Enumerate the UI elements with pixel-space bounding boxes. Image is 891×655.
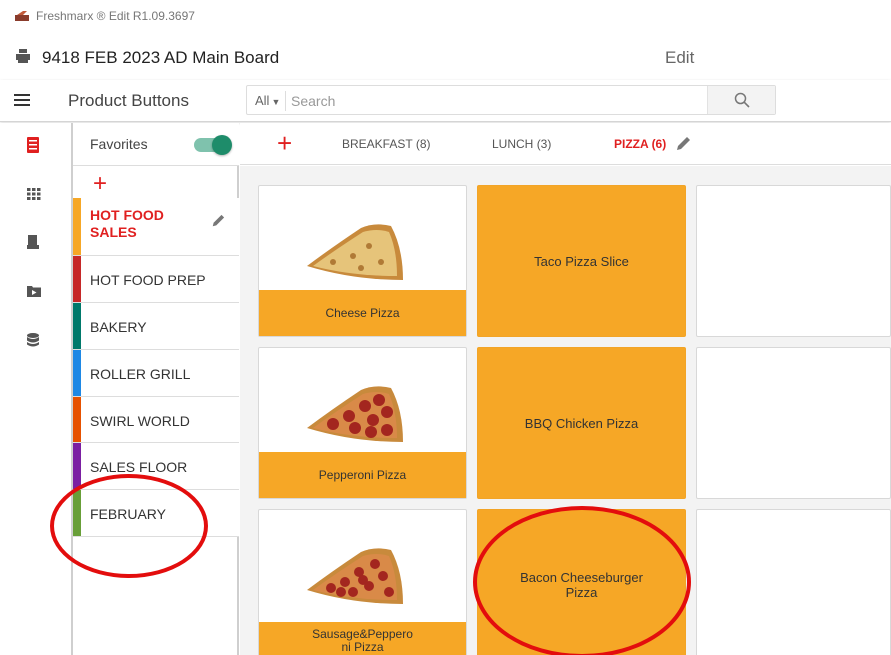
list-icon[interactable] (27, 137, 39, 153)
category-item[interactable]: ROLLER GRILL (73, 350, 239, 397)
category-item[interactable]: HOT FOOD SALES (73, 198, 239, 256)
category-label: SALES FLOOR (90, 459, 188, 475)
category-item[interactable]: SALES FLOOR (73, 443, 239, 490)
category-label: BAKERY (90, 319, 147, 335)
favorites-toggle[interactable] (194, 135, 232, 155)
mode-label: Edit (665, 48, 695, 67)
product-button[interactable]: BBQ Chicken Pizza (477, 347, 686, 499)
category-label: SWIRL WORLD (90, 413, 190, 429)
tab-count: (6) (651, 137, 667, 151)
favorites-label: Favorites (90, 136, 148, 152)
category-color-stripe (73, 198, 81, 255)
product-label: Cheese Pizza (259, 290, 466, 336)
grid-icon[interactable] (27, 188, 41, 200)
product-button[interactable]: Sausage&Peppero ni Pizza (258, 509, 467, 655)
category-color-stripe (73, 256, 81, 302)
board-title: 9418 FEB 2023 AD Main Board (42, 48, 280, 67)
category-item[interactable]: HOT FOOD PREP (73, 256, 239, 303)
add-category-button[interactable]: + (93, 172, 107, 196)
product-buttons-toolbar: Product Buttons All ▼ (0, 80, 891, 122)
hamburger-menu-icon[interactable] (14, 94, 30, 106)
pizza-slice-icon (307, 386, 403, 442)
product-button[interactable]: Bacon Cheeseburger Pizza (477, 509, 686, 655)
search-icon (734, 92, 750, 108)
pizza-slice-icon (307, 224, 403, 280)
board-header: 9418 FEB 2023 AD Main Board Edit (0, 40, 891, 74)
search-scope-label: All (255, 93, 270, 108)
search-box: All ▼ (246, 85, 776, 115)
tab-lunch[interactable]: LUNCH (3) (492, 137, 551, 151)
tab-breakfast[interactable]: BREAKFAST (8) (342, 137, 431, 151)
search-divider (285, 91, 286, 111)
database-icon[interactable] (27, 333, 39, 347)
category-color-stripe (73, 490, 81, 536)
page-title: Product Buttons (68, 91, 189, 110)
search-button[interactable] (707, 86, 775, 114)
search-scope-dropdown[interactable]: All ▼ (255, 93, 280, 108)
category-label: FEBRUARY (90, 506, 166, 522)
product-label: Taco Pizza Slice (534, 253, 629, 269)
title-bar: Freshmarx ® Edit R1.09.3697 (0, 0, 891, 32)
tab-pizza[interactable]: PIZZA (6) (614, 137, 666, 151)
receipt-printer-icon[interactable] (27, 235, 39, 249)
add-tab-button[interactable]: + (277, 130, 292, 156)
left-nav-rail (0, 123, 73, 655)
toggle-knob (212, 135, 232, 155)
pizza-slice-icon (307, 548, 403, 604)
product-label: Bacon Cheeseburger Pizza (520, 570, 643, 600)
tab-count: (8) (415, 137, 431, 151)
empty-product-slot[interactable] (696, 347, 891, 499)
category-color-stripe (73, 443, 81, 489)
product-button[interactable]: Taco Pizza Slice (477, 185, 686, 337)
product-button[interactable]: Cheese Pizza (258, 185, 467, 337)
product-grid: Cheese Pizza Taco Pizza Slice Pepperoni Pi… (240, 166, 891, 655)
category-item[interactable]: BAKERY (73, 303, 239, 350)
chevron-down-icon: ▼ (271, 97, 281, 107)
product-label: Sausage&Peppero ni Pizza (259, 622, 466, 655)
printer-icon (16, 49, 30, 63)
search-input[interactable] (291, 90, 691, 112)
edit-category-pencil-icon[interactable] (211, 214, 225, 228)
tab-label: LUNCH (492, 137, 534, 151)
edit-tab-pencil-icon[interactable] (675, 136, 691, 152)
category-color-stripe (73, 303, 81, 349)
app-version-text: Freshmarx ® Edit R1.09.3697 (36, 9, 195, 23)
empty-product-slot[interactable] (696, 509, 891, 655)
subcategory-tabs: + BREAKFAST (8) LUNCH (3) PIZZA (6) (240, 123, 891, 165)
tab-label: PIZZA (614, 137, 649, 151)
tab-label: BREAKFAST (342, 137, 413, 151)
category-label: HOT FOOD SALES (90, 207, 164, 240)
category-item[interactable]: SWIRL WORLD (73, 397, 239, 443)
product-label: Pepperoni Pizza (259, 452, 466, 498)
product-label: BBQ Chicken Pizza (524, 415, 639, 431)
category-label: ROLLER GRILL (90, 366, 191, 382)
freshmarx-logo-icon (15, 11, 29, 21)
app-window: Freshmarx ® Edit R1.09.3697 9418 FEB 202… (0, 0, 891, 655)
category-color-stripe (73, 350, 81, 396)
category-item[interactable]: FEBRUARY (73, 490, 239, 537)
category-label: HOT FOOD PREP (90, 272, 206, 288)
tab-count: (3) (536, 137, 552, 151)
category-panel: Favorites + HOT FOOD SALES HOT FOOD PREP B… (73, 123, 239, 655)
product-button[interactable]: Pepperoni Pizza (258, 347, 467, 499)
category-color-stripe (73, 397, 81, 442)
favorites-row: Favorites (73, 123, 239, 166)
media-folder-icon[interactable] (27, 285, 41, 297)
empty-product-slot[interactable] (696, 185, 891, 337)
